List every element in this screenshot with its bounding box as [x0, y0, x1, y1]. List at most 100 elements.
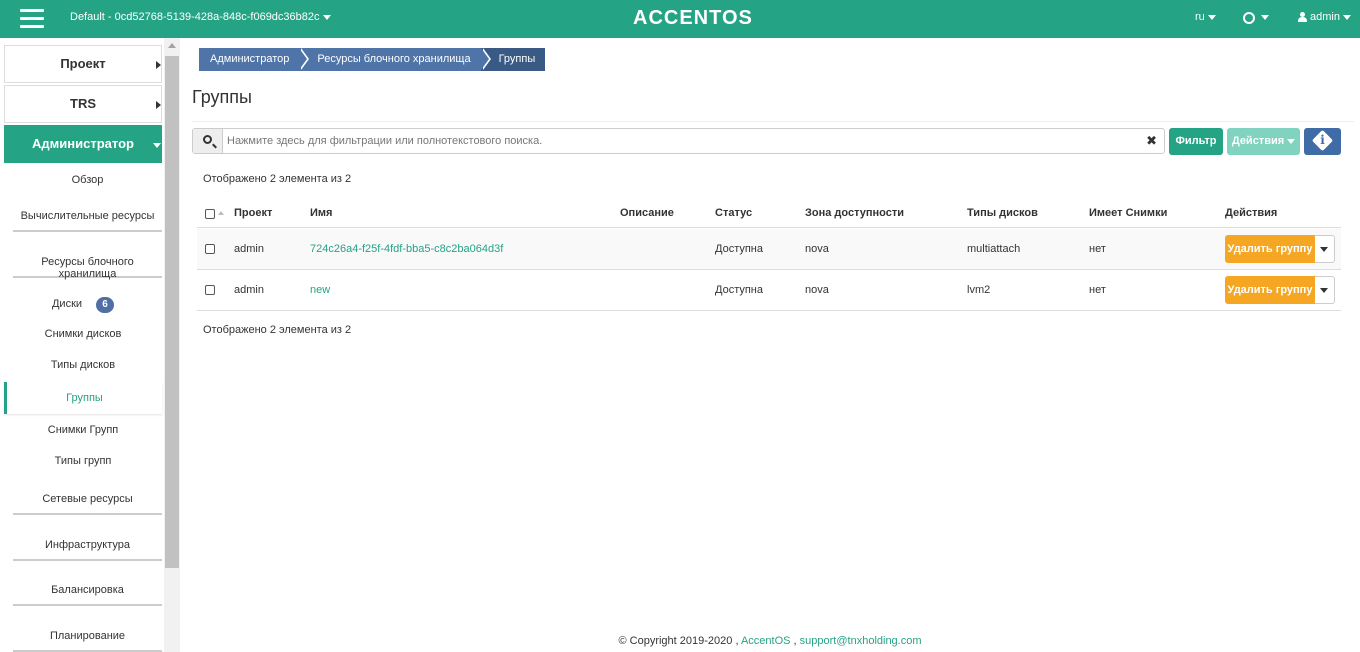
cell-project: admin [234, 284, 264, 296]
scroll-up-icon[interactable] [168, 43, 176, 48]
sidebar-item-label: Вычислительные ресурсы [20, 210, 155, 222]
sidebar-item-network[interactable]: Сетевые ресурсы [13, 493, 162, 515]
chevron-down-icon [322, 14, 331, 20]
chevron-right-icon [156, 101, 161, 109]
top-navbar: Default - 0cd52768-5139-428a-848c-f069dc… [0, 0, 1360, 38]
table-row: admin new Доступна nova lvm2 нет Удалить… [197, 270, 1341, 311]
sidebar-item-block-storage[interactable]: Ресурсы блочного хранилища [13, 256, 162, 280]
sidebar-item-group-types[interactable]: Типы групп [4, 455, 162, 473]
filter-button[interactable]: Фильтр [1169, 128, 1223, 155]
sidebar-item-label: Балансировка [51, 584, 124, 596]
chevron-down-icon [1261, 15, 1269, 21]
column-header-zone[interactable]: Зона доступности [805, 207, 904, 219]
cell-has-snapshots: нет [1089, 284, 1106, 296]
sidebar-item-label: Ресурсы блочного хранилища [41, 256, 134, 280]
user-menu[interactable]: admin [1298, 11, 1351, 23]
sidebar-item-label: Сетевые ресурсы [42, 493, 133, 505]
cell-volume-types: lvm2 [967, 284, 991, 296]
column-header-has-snapshots[interactable]: Имеет Снимки [1089, 207, 1167, 219]
column-header-description[interactable]: Описание [620, 207, 674, 219]
breadcrumb-block-storage[interactable]: Ресурсы блочного хранилища [299, 48, 491, 71]
sidebar-item-label: Проект [60, 56, 106, 71]
actions-label: Действия [1231, 135, 1285, 147]
breadcrumb-admin[interactable]: Администратор [199, 48, 310, 71]
chevron-down-icon [1207, 14, 1216, 20]
sidebar-item-overview[interactable]: Обзор [13, 174, 162, 194]
sidebar-item-label: Планирование [49, 630, 126, 642]
sidebar-item-balancing[interactable]: Балансировка [13, 584, 162, 606]
row-checkbox[interactable] [205, 285, 215, 295]
sidebar-item-project[interactable]: Проект [4, 45, 162, 83]
sidebar-item-groups[interactable]: Группы [4, 382, 162, 414]
volumes-count-badge: 6 [96, 297, 115, 313]
sidebar-item-label: Инфраструктура [44, 539, 130, 551]
chevron-down-icon [153, 143, 161, 148]
info-icon: i [1320, 133, 1325, 147]
select-all-checkbox[interactable] [205, 209, 215, 219]
sidebar-item-label: Администратор [32, 136, 134, 151]
items-count-top: Отображено 2 элемента из 2 [203, 173, 352, 185]
row-actions-toggle[interactable] [1315, 276, 1335, 304]
cell-status: Доступна [715, 284, 764, 296]
sidebar-scrollbar[interactable] [164, 38, 180, 652]
user-name: admin [1310, 11, 1340, 23]
sidebar-item-volume-types[interactable]: Типы дисков [4, 359, 162, 377]
column-header-project[interactable]: Проект [234, 207, 272, 219]
page-title: Группы [192, 87, 252, 107]
menu-toggle-icon[interactable] [20, 9, 44, 29]
chevron-down-icon [1287, 138, 1296, 144]
row-actions-toggle[interactable] [1315, 235, 1335, 263]
search-input[interactable] [227, 132, 1127, 150]
delete-group-button[interactable]: Удалить группу [1225, 235, 1315, 263]
cell-zone: nova [805, 284, 829, 296]
sidebar-item-admin[interactable]: Администратор [4, 125, 162, 163]
theme-selector[interactable] [1243, 10, 1269, 24]
divider [192, 121, 1354, 122]
column-header-actions: Действия [1225, 207, 1278, 219]
sidebar-item-volumes[interactable]: Диски 6 [4, 295, 162, 315]
scrollbar-thumb[interactable] [165, 56, 179, 568]
sidebar-item-trs[interactable]: TRS [4, 85, 162, 123]
footer-separator: , [793, 635, 797, 647]
sidebar-item-label: Группы [66, 392, 103, 404]
cell-status: Доступна [715, 243, 764, 255]
sidebar-item-group-snapshots[interactable]: Снимки Групп [4, 424, 162, 442]
row-checkbox[interactable] [205, 244, 215, 254]
sort-icon[interactable] [218, 211, 224, 215]
sidebar-item-infrastructure[interactable]: Инфраструктура [13, 539, 162, 561]
cell-project: admin [234, 243, 264, 255]
cell-has-snapshots: нет [1089, 243, 1106, 255]
sidebar-item-label: Типы дисков [50, 359, 116, 371]
info-button[interactable]: i [1304, 128, 1341, 155]
actions-dropdown-button[interactable]: Действия [1227, 128, 1300, 155]
copyright-text: © Copyright 2019-2020 , [618, 635, 739, 647]
search-bar: ✖ [192, 128, 1165, 154]
sidebar-item-volume-snapshots[interactable]: Снимки дисков [4, 328, 162, 346]
footer: © Copyright 2019-2020 , AccentOS , suppo… [180, 635, 1360, 647]
sidebar-item-label: Типы групп [54, 455, 112, 467]
sidebar-item-label: TRS [70, 96, 96, 111]
sidebar-item-label: Снимки Групп [47, 424, 119, 436]
items-count-bottom: Отображено 2 элемента из 2 [203, 324, 352, 336]
sidebar-item-compute[interactable]: Вычислительные ресурсы [13, 210, 162, 232]
chevron-down-icon [1342, 14, 1351, 20]
column-header-status[interactable]: Статус [715, 207, 752, 219]
project-selector[interactable]: Default - 0cd52768-5139-428a-848c-f069dc… [70, 11, 331, 23]
column-header-name[interactable]: Имя [310, 207, 332, 219]
search-icon [203, 135, 212, 144]
cell-zone: nova [805, 243, 829, 255]
accentos-link[interactable]: AccentOS [741, 635, 791, 647]
column-header-volume-types[interactable]: Типы дисков [967, 207, 1038, 219]
clear-search-icon[interactable]: ✖ [1146, 133, 1157, 149]
chevron-right-icon [156, 61, 161, 69]
language-selector[interactable]: ru [1195, 11, 1216, 23]
support-email-link[interactable]: support@tnxholding.com [800, 635, 922, 647]
sidebar-item-scheduling[interactable]: Планирование [13, 630, 162, 652]
cell-name-link[interactable]: new [310, 284, 330, 296]
logo: ACCENTOS [633, 7, 753, 29]
delete-group-button[interactable]: Удалить группу [1225, 276, 1315, 304]
language-label: ru [1195, 11, 1205, 23]
chevron-down-icon [1320, 288, 1328, 293]
cell-name-link[interactable]: 724c26a4-f25f-4fdf-bba5-c8c2ba064d3f [310, 243, 503, 255]
table-row: admin 724c26a4-f25f-4fdf-bba5-c8c2ba064d… [197, 229, 1341, 270]
